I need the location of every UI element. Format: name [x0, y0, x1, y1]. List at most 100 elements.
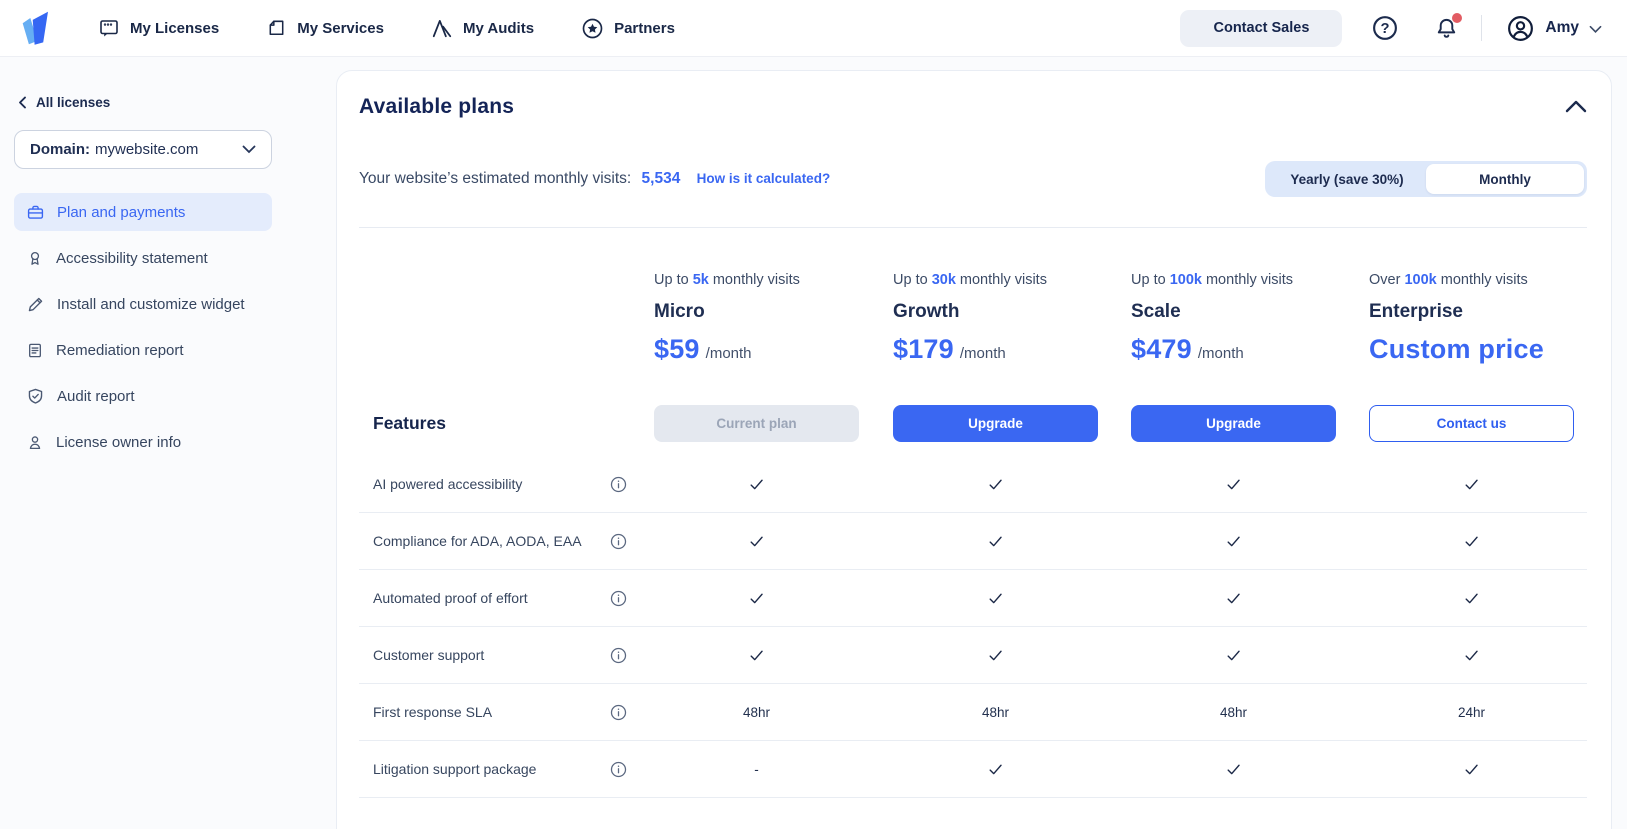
- person-icon: [26, 433, 44, 452]
- plan-price: $479: [1131, 334, 1192, 365]
- chevron-up-icon[interactable]: [1565, 99, 1587, 113]
- feature-value-cell: [893, 648, 1131, 663]
- info-icon[interactable]: [610, 761, 627, 778]
- visits-value: 5,534: [642, 170, 681, 187]
- nav-item-label: My Services: [297, 20, 384, 37]
- plan-name: Micro: [654, 301, 893, 323]
- back-to-all-licenses-link[interactable]: All licenses: [18, 95, 300, 110]
- nav-item-label: My Licenses: [130, 20, 219, 37]
- feature-label: First response SLA: [373, 704, 492, 720]
- check-icon: [1225, 762, 1242, 777]
- plan-column-scale: Up to 100k monthly visitsScale$479/month: [1131, 272, 1369, 365]
- sidebar-item-accessibility-statement[interactable]: Accessibility statement: [14, 239, 272, 277]
- feature-label-cell: Customer support: [359, 647, 654, 664]
- check-icon: [1463, 591, 1480, 606]
- plan-visits-line: Up to 30k monthly visits: [893, 272, 1131, 288]
- upgrade-button[interactable]: Upgrade: [893, 405, 1098, 442]
- feature-value-cell: 48hr: [1131, 705, 1369, 720]
- nav-item-my-audits[interactable]: My Audits: [431, 18, 534, 38]
- contact-us-button[interactable]: Contact us: [1369, 405, 1574, 442]
- nav-item-partners[interactable]: Partners: [581, 17, 675, 40]
- available-plans-card: Available plans Your website’s estimated…: [336, 70, 1612, 829]
- notifications-bell-icon[interactable]: [1434, 16, 1459, 41]
- table-row: First response SLA48hr48hr48hr24hr: [359, 684, 1587, 741]
- nav-item-my-services[interactable]: My Services: [266, 17, 384, 39]
- feature-value: [654, 591, 859, 606]
- feature-value: [1131, 477, 1336, 492]
- plan-name: Growth: [893, 301, 1131, 323]
- info-icon[interactable]: [610, 476, 627, 493]
- sidebar-item-label: Remediation report: [56, 342, 184, 359]
- info-icon[interactable]: [610, 647, 627, 664]
- visits-prefix: Up to: [1131, 272, 1170, 288]
- feature-value: [1369, 477, 1574, 492]
- plan-price-line: $179/month: [893, 334, 1131, 365]
- feature-value-cell: 24hr: [1369, 705, 1587, 720]
- visits-prefix: Up to: [893, 272, 932, 288]
- svg-text:?: ?: [1381, 21, 1390, 37]
- visits-highlight: 5k: [693, 272, 709, 288]
- check-icon: [987, 477, 1004, 492]
- check-icon: [748, 591, 765, 606]
- features-heading: Features: [359, 413, 654, 434]
- nav-items: My Licenses My Services My Audits Partners: [98, 17, 675, 40]
- plan-button-cell: Current plan: [654, 405, 893, 442]
- how-calculated-link[interactable]: How is it calculated?: [697, 171, 831, 186]
- nav-item-my-licenses[interactable]: My Licenses: [98, 17, 219, 39]
- sidebar: All licenses Domain: mywebsite.com Plan …: [0, 57, 300, 829]
- plan-button-cell: Upgrade: [893, 405, 1131, 442]
- check-icon: [1463, 534, 1480, 549]
- plan-button-cell: Contact us: [1369, 405, 1587, 442]
- contact-sales-button[interactable]: Contact Sales: [1180, 10, 1342, 47]
- billing-toggle-option-monthly[interactable]: Monthly: [1426, 164, 1584, 194]
- info-icon[interactable]: [610, 590, 627, 607]
- info-icon[interactable]: [610, 533, 627, 550]
- info-icon[interactable]: [610, 704, 627, 721]
- check-icon: [1225, 477, 1242, 492]
- brand-logo-icon[interactable]: [16, 7, 58, 49]
- sidebar-item-license-owner-info[interactable]: License owner info: [14, 423, 272, 461]
- feature-value: [1369, 762, 1574, 777]
- feature-value-cell: [654, 648, 893, 663]
- feature-value-cell: [654, 477, 893, 492]
- feature-value: [893, 477, 1098, 492]
- check-icon: [1463, 762, 1480, 777]
- upgrade-button[interactable]: Upgrade: [1131, 405, 1336, 442]
- sidebar-item-remediation-report[interactable]: Remediation report: [14, 331, 272, 369]
- help-icon[interactable]: ?: [1372, 15, 1398, 41]
- nav-right: Contact Sales ? Amy: [1180, 10, 1602, 47]
- visits-suffix: monthly visits: [709, 272, 800, 288]
- user-menu[interactable]: Amy: [1506, 14, 1602, 43]
- visits-suffix: monthly visits: [956, 272, 1047, 288]
- plan-price: $179: [893, 334, 954, 365]
- domain-value: mywebsite.com: [95, 141, 198, 158]
- plan-price: Custom price: [1369, 334, 1544, 365]
- table-row: AI powered accessibility: [359, 456, 1587, 513]
- feature-value: -: [654, 762, 859, 777]
- feature-value-cell: [1131, 648, 1369, 663]
- plan-visits-line: Up to 100k monthly visits: [1131, 272, 1369, 288]
- pencil-icon: [26, 295, 45, 314]
- plan-column-enterprise: Over 100k monthly visitsEnterpriseCustom…: [1369, 272, 1587, 365]
- feature-value: 48hr: [893, 705, 1098, 720]
- visits-prefix: Up to: [654, 272, 693, 288]
- feature-value-cell: [1131, 534, 1369, 549]
- features-table: AI powered accessibilityCompliance for A…: [359, 456, 1587, 798]
- sidebar-item-label: Install and customize widget: [57, 296, 245, 313]
- feature-value-cell: 48hr: [654, 705, 893, 720]
- check-icon: [1225, 591, 1242, 606]
- sidebar-item-install-and-customize-widget[interactable]: Install and customize widget: [14, 285, 272, 323]
- plan-visits-line: Up to 5k monthly visits: [654, 272, 893, 288]
- domain-label: Domain:: [30, 141, 90, 158]
- feature-value: [654, 534, 859, 549]
- plan-price-period: /month: [1198, 345, 1244, 362]
- sidebar-item-audit-report[interactable]: Audit report: [14, 377, 272, 415]
- feature-value-cell: [654, 534, 893, 549]
- check-icon: [987, 648, 1004, 663]
- feature-label: Automated proof of effort: [373, 590, 528, 606]
- sidebar-item-plan-and-payments[interactable]: Plan and payments: [14, 193, 272, 231]
- check-icon: [1463, 648, 1480, 663]
- domain-dropdown[interactable]: Domain: mywebsite.com: [14, 130, 272, 169]
- billing-toggle-option-yearly[interactable]: Yearly (save 30%): [1268, 164, 1426, 194]
- feature-label-cell: Automated proof of effort: [359, 590, 654, 607]
